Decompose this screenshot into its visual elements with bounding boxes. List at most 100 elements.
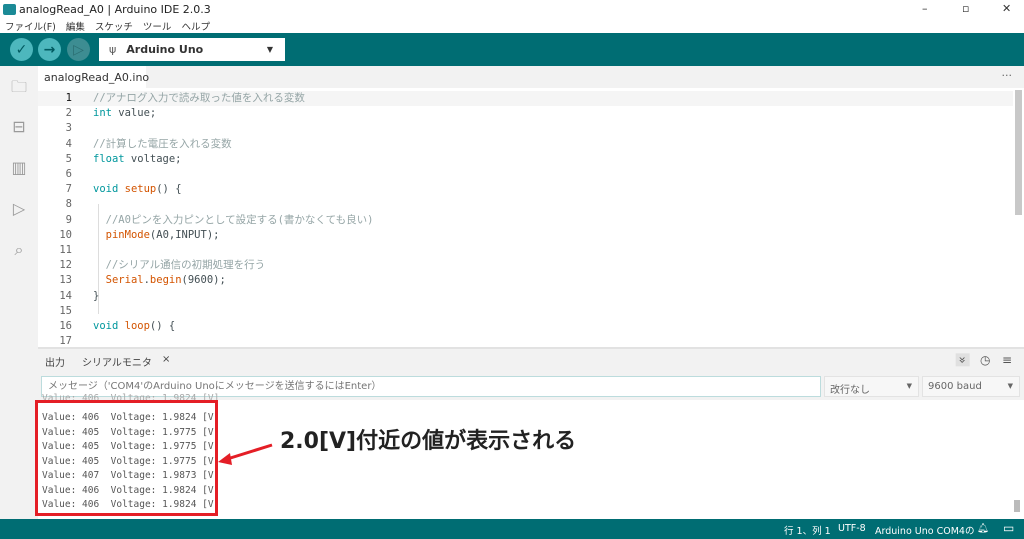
- code-token: //A0ピンを入力ピンとして設定する(書かなくても良い): [93, 213, 374, 226]
- code-line: 6: [38, 167, 1013, 182]
- chevron-down-icon: ▼: [266, 45, 273, 54]
- toggle-panel-icon[interactable]: ▭: [1003, 521, 1014, 535]
- code-text: int value;: [93, 106, 156, 121]
- verify-button[interactable]: ✓: [10, 38, 33, 61]
- line-number: 6: [65, 168, 72, 180]
- board-name: Arduino Uno: [126, 43, 204, 56]
- editor-tabs: analogRead_A0.ino ···: [38, 66, 1024, 88]
- notification-bell-icon[interactable]: 🔔︎: [977, 523, 989, 534]
- code-text: //A0ピンを入力ピンとして設定する(書かなくても良い): [93, 213, 374, 228]
- tab-serial-monitor[interactable]: シリアルモニタ: [82, 354, 152, 369]
- more-icon[interactable]: ···: [1002, 69, 1013, 82]
- menu-file[interactable]: ファイル(F): [5, 19, 56, 33]
- close-button[interactable]: ✕: [1002, 2, 1011, 15]
- clear-output-icon[interactable]: ≡: [1002, 353, 1012, 367]
- baud-value: 9600 baud: [928, 381, 982, 392]
- chevron-down-icon: ▼: [1007, 382, 1013, 390]
- line-number: 2: [65, 107, 72, 120]
- sketchbook-icon[interactable]: 🗀︎: [8, 76, 30, 96]
- line-number: 5: [65, 152, 72, 165]
- line-ending-value: 改行なし: [830, 385, 870, 396]
- line-number: 4: [65, 137, 72, 150]
- debug-button[interactable]: ▷: [67, 38, 90, 61]
- code-token: float: [93, 152, 125, 165]
- menu-tools[interactable]: ツール: [143, 19, 172, 33]
- autoscroll-icon[interactable]: »: [955, 353, 970, 367]
- maximize-button[interactable]: ▫: [962, 2, 969, 15]
- code-editor[interactable]: 1 //アナログ入力で読み取った値を入れる変数 2 int value; 3 4 //計算し…: [38, 88, 1024, 347]
- code-line: 13 Serial.begin(9600);: [38, 273, 1013, 288]
- code-token: (9600);: [181, 274, 226, 287]
- sidebar: 🗀︎ ⊟ ▥ ▷ ⌕: [0, 66, 38, 519]
- code-line: 9 //A0ピンを入力ピンとして設定する(書かなくても良い): [38, 213, 1013, 228]
- close-tab-icon[interactable]: ×: [162, 354, 170, 365]
- highlight-box: [35, 400, 218, 516]
- menu-edit[interactable]: 編集: [66, 19, 85, 33]
- code-text: Serial.begin(9600);: [93, 273, 226, 288]
- boards-icon[interactable]: ⊟: [8, 117, 30, 137]
- code-line: 16 void loop() {: [38, 319, 1013, 334]
- code-token: void: [93, 183, 119, 196]
- code-token: void: [93, 320, 119, 332]
- file-tab[interactable]: analogRead_A0.ino: [38, 66, 149, 88]
- code-token: begin: [149, 274, 182, 287]
- line-number: 3: [65, 122, 72, 135]
- code-token: //シリアル通信の初期処理を行う: [93, 259, 266, 272]
- output-scrollbar[interactable]: [1014, 500, 1020, 512]
- cursor-position: 行 1、列 1: [784, 526, 831, 537]
- code-token: () {: [156, 183, 182, 196]
- line-number: 12: [59, 259, 72, 272]
- code-line: 1 //アナログ入力で読み取った値を入れる変数: [38, 91, 1013, 106]
- menu-help[interactable]: ヘルプ: [181, 19, 210, 33]
- code-line: 2 int value;: [38, 106, 1013, 121]
- chevron-down-icon: ▼: [906, 382, 912, 390]
- line-number: 17: [59, 335, 72, 347]
- debug-icon[interactable]: ▷: [8, 199, 30, 219]
- code-token: voltage;: [124, 152, 182, 165]
- code-line: 3: [38, 121, 1013, 136]
- board-selector[interactable]: ψ Arduino Uno ▼: [99, 38, 285, 61]
- code-line: 5 float voltage;: [38, 152, 1013, 167]
- baud-select[interactable]: 9600 baud ▼: [922, 376, 1020, 397]
- arduino-logo-icon: [3, 3, 16, 15]
- code-text: //計算した電圧を入れる変数: [93, 137, 232, 152]
- code-line: 11: [38, 243, 1013, 258]
- line-number: 14: [59, 289, 72, 302]
- code-token: //計算した電圧を入れる変数: [93, 137, 232, 150]
- code-token: pinMode: [105, 228, 150, 241]
- editor-scrollbar[interactable]: [1015, 90, 1022, 215]
- menu-bar: ファイル(F) 編集 スケッチ ツール ヘルプ: [0, 18, 1024, 33]
- upload-button[interactable]: →: [38, 38, 61, 61]
- code-token: setup: [124, 183, 157, 196]
- code-token: value;: [111, 107, 157, 120]
- window-title: analogRead_A0 | Arduino IDE 2.0.3: [19, 2, 211, 16]
- line-number: 16: [59, 320, 72, 332]
- line-number: 15: [59, 304, 72, 317]
- line-number: 10: [59, 228, 72, 241]
- minimize-button[interactable]: –: [922, 2, 928, 15]
- tab-output[interactable]: 出力: [45, 354, 65, 369]
- menu-sketch[interactable]: スケッチ: [95, 19, 133, 33]
- code-text: void loop() {: [93, 319, 175, 334]
- code-text: }: [93, 289, 99, 304]
- line-ending-select[interactable]: 改行なし ▼: [824, 376, 919, 397]
- code-token: }: [93, 289, 100, 302]
- code-text: float voltage;: [93, 152, 182, 167]
- line-number: 13: [59, 274, 72, 287]
- encoding: UTF-8: [838, 523, 866, 534]
- library-icon[interactable]: ▥: [8, 158, 30, 178]
- code-line: 8: [38, 197, 1013, 212]
- timestamp-icon[interactable]: ◷: [980, 353, 990, 367]
- code-token: loop: [124, 320, 150, 332]
- usb-icon: ψ: [109, 43, 117, 56]
- code-text: //アナログ入力で読み取った値を入れる変数: [93, 91, 305, 106]
- code-line: 14}: [38, 289, 1013, 304]
- code-line: 10 pinMode(A0,INPUT);: [38, 228, 1013, 243]
- search-icon[interactable]: ⌕: [8, 240, 30, 260]
- title-bar: analogRead_A0 | Arduino IDE 2.0.3 – ▫ ✕: [0, 0, 1024, 18]
- panel-tabs: 出力 シリアルモニタ × » ◷ ≡: [38, 347, 1024, 372]
- code-text: void setup() {: [93, 182, 182, 197]
- code-text: pinMode(A0,INPUT);: [93, 228, 220, 243]
